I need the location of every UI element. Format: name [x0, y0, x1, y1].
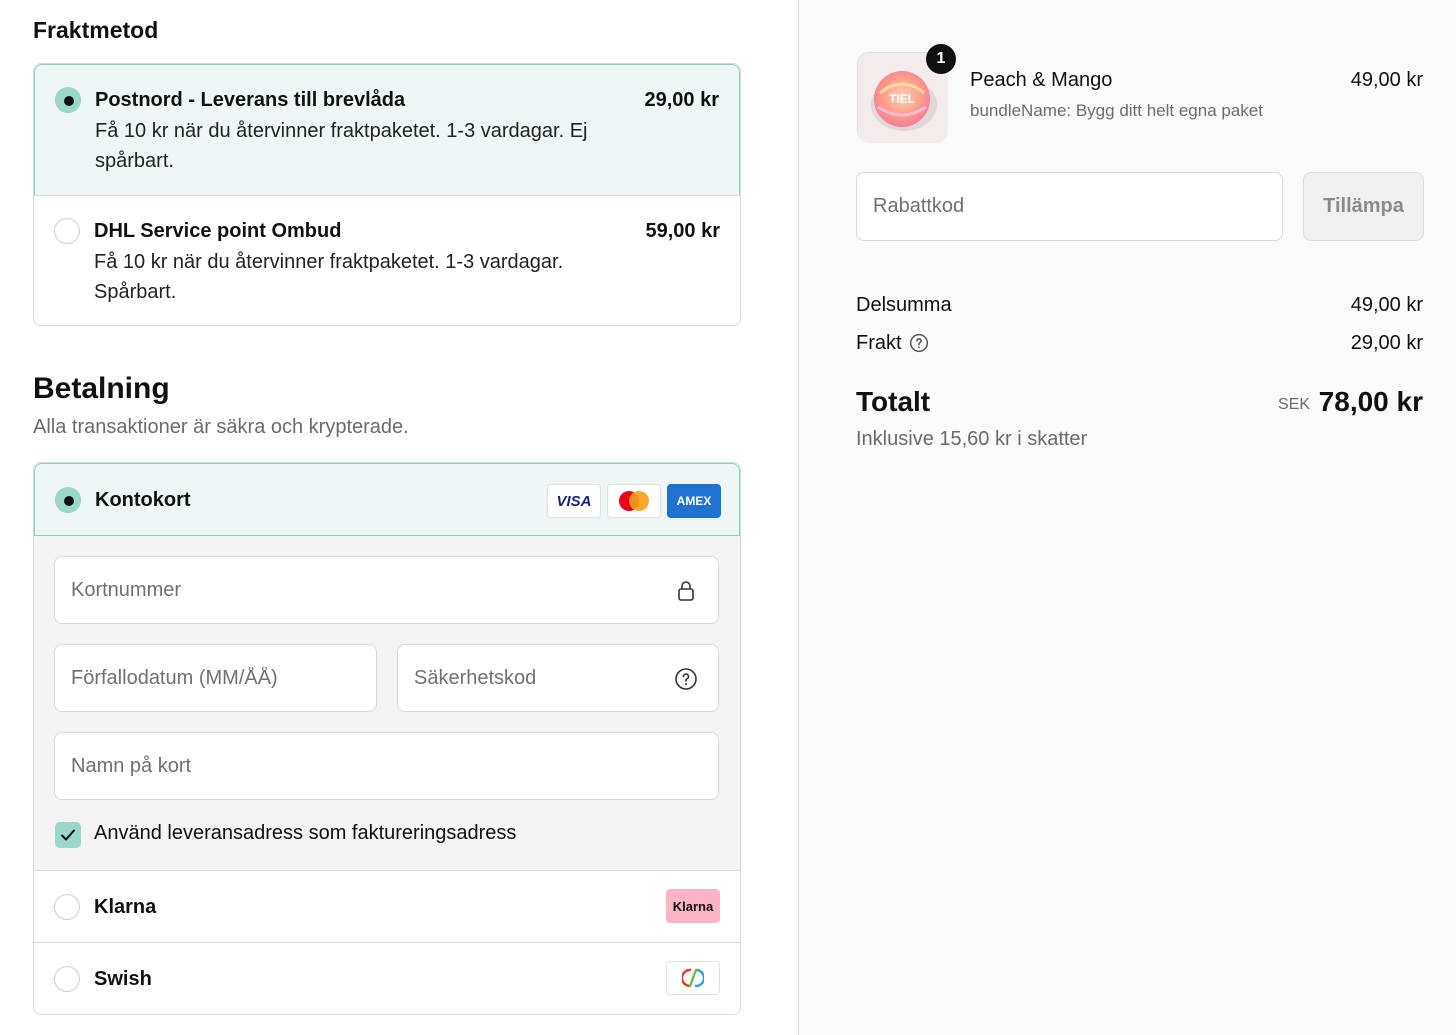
expiry-input[interactable] — [55, 645, 376, 711]
product-bundle: bundleName: Bygg ditt helt egna paket — [970, 101, 1263, 120]
radio-unselected[interactable] — [54, 966, 80, 992]
shipping-option-dhl[interactable]: DHL Service point Ombud 59,00 kr Få 10 k… — [34, 195, 740, 325]
payment-title: Betalning — [33, 372, 170, 405]
security-code-input[interactable] — [398, 645, 718, 711]
tax-note: Inklusive 15,60 kr i skatter — [856, 428, 1088, 450]
radio-selected[interactable] — [55, 87, 81, 113]
shipping-option-desc-line: Få 10 kr när du återvinner fraktpaketet.… — [95, 120, 588, 142]
shipping-option-postnord[interactable]: Postnord - Leverans till brevlåda 29,00 … — [34, 64, 740, 196]
shipping-value: 29,00 kr — [1350, 332, 1423, 354]
payment-subtitle: Alla transaktioner är säkra och kryptera… — [33, 416, 409, 438]
card-form: Använd leveransadress som faktureringsad… — [34, 536, 740, 871]
shipping-label: Frakt — [856, 332, 902, 354]
discount-input[interactable] — [857, 173, 1282, 240]
card-name-field[interactable] — [54, 732, 719, 800]
total-value: 78,00 kr — [1318, 386, 1423, 417]
card-number-field[interactable] — [54, 556, 719, 624]
currency-code: SEK — [1277, 396, 1310, 413]
product-name: Peach & Mango — [970, 69, 1113, 91]
payment-option-label: Klarna — [94, 896, 157, 918]
shipping-option-desc: Få 10 kr när du återvinner fraktpaketet.… — [94, 247, 624, 307]
mastercard-icon — [607, 484, 661, 518]
shipping-option-desc-line: spårbart. — [95, 150, 174, 172]
card-name-input[interactable] — [55, 733, 718, 799]
subtotal-value: 49,00 kr — [1350, 294, 1423, 316]
billing-checkbox-label[interactable]: Använd leveransadress som faktureringsad… — [94, 822, 516, 845]
shipping-options: Postnord - Leverans till brevlåda 29,00 … — [33, 63, 741, 326]
apply-discount-button[interactable]: Tillämpa — [1303, 172, 1424, 241]
expiry-field[interactable] — [54, 644, 377, 712]
radio-selected[interactable] — [55, 487, 81, 513]
card-number-input[interactable] — [55, 557, 718, 623]
shipping-option-price: 29,00 kr — [644, 89, 719, 111]
shipping-option-desc-line: Få 10 kr när du återvinner fraktpaketet.… — [94, 251, 564, 273]
checkout-form: Fraktmetod Postnord - Leverans till brev… — [0, 0, 798, 1035]
quantity-badge: 1 — [926, 44, 956, 74]
product-price: 49,00 kr — [1350, 69, 1423, 91]
payment-option-klarna[interactable]: Klarna Klarna — [34, 871, 740, 943]
shipping-option-desc: Få 10 kr när du återvinner fraktpaketet.… — [95, 116, 625, 176]
payment-option-label: Kontokort — [95, 489, 191, 511]
visa-icon: VISA — [547, 484, 601, 518]
swish-logo-icon — [666, 961, 720, 995]
payment-option-swish[interactable]: Swish — [34, 943, 740, 1014]
product-thumb-label: TIEL — [889, 92, 915, 106]
lock-icon — [678, 581, 694, 601]
order-summary: TIEL 1 Peach & Mango bundleName: Bygg di… — [798, 0, 1456, 1035]
payment-option-label: Swish — [94, 968, 152, 990]
payment-option-card[interactable]: Kontokort VISA AMEX — [34, 463, 740, 536]
help-icon[interactable] — [674, 667, 698, 691]
shipping-option-desc-line: Spårbart. — [94, 281, 177, 303]
amex-icon: AMEX — [667, 484, 721, 518]
shipping-option-name: Postnord - Leverans till brevlåda — [95, 89, 406, 111]
help-icon[interactable] — [909, 333, 929, 353]
total-label: Totalt — [856, 386, 931, 417]
discount-field[interactable] — [856, 172, 1283, 241]
shipping-option-price: 59,00 kr — [645, 220, 720, 242]
billing-checkbox[interactable] — [55, 822, 81, 848]
shipping-title: Fraktmetod — [33, 17, 159, 43]
radio-unselected[interactable] — [54, 894, 80, 920]
klarna-logo-icon: Klarna — [666, 889, 720, 923]
security-code-field[interactable] — [397, 644, 719, 712]
radio-unselected[interactable] — [54, 218, 80, 244]
checkmark-icon — [61, 829, 75, 841]
payment-options: Kontokort VISA AMEX Kortnummer Förfallod… — [33, 462, 741, 1015]
subtotal-label: Delsumma — [856, 294, 952, 316]
shipping-option-name: DHL Service point Ombud — [94, 220, 342, 242]
